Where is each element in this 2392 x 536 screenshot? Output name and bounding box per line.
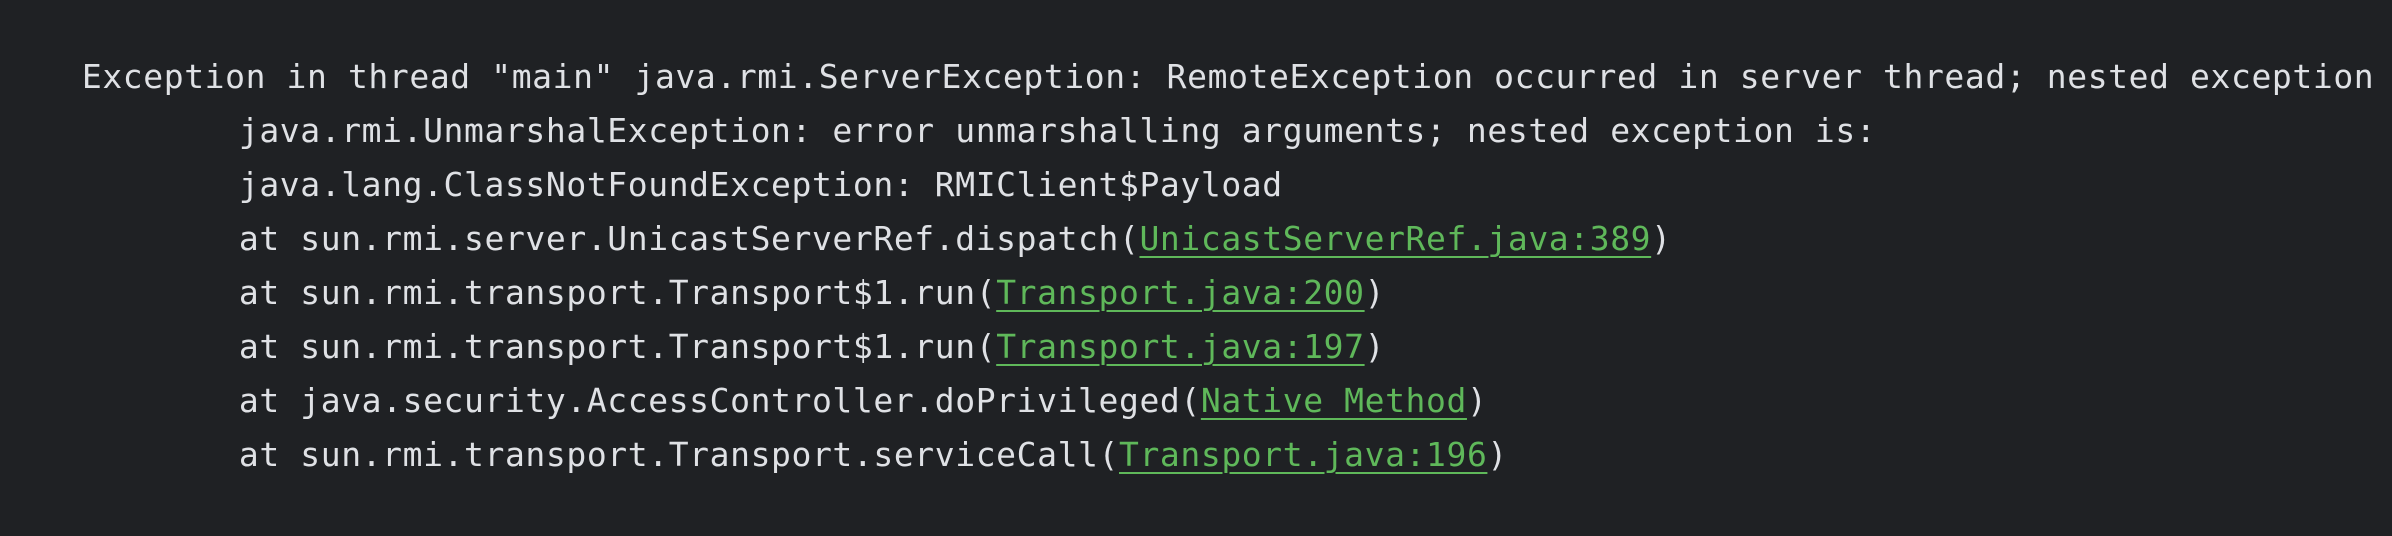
console-output: Exception in thread "main" java.rmi.Serv…: [0, 0, 2392, 474]
stack-frame: at sun.rmi.transport.Transport$1.run(Tra…: [157, 212, 1385, 312]
nested-exception-line: java.lang.ClassNotFoundException: RMICli…: [157, 104, 1283, 204]
stack-frame-close-paren: ): [1487, 435, 1508, 474]
stack-frame: at sun.rmi.transport.Transport.serviceCa…: [157, 374, 1508, 474]
exception-header: Exception in thread "main" java.rmi.Serv…: [0, 0, 2392, 96]
stack-frame-close-paren: ): [1651, 219, 1672, 258]
nested-exception-line: java.rmi.UnmarshalException: error unmar…: [157, 50, 1876, 150]
stack-frame-method: at sun.rmi.transport.Transport.serviceCa…: [238, 435, 1119, 474]
source-location-link[interactable]: Transport.java:196: [1119, 435, 1487, 474]
stack-frame: at sun.rmi.server.UnicastServerRef.dispa…: [157, 158, 1672, 258]
stack-frame: at sun.rmi.transport.Transport$1.run(Tra…: [157, 266, 1385, 366]
stack-frame: at java.security.AccessController.doPriv…: [157, 320, 1487, 420]
